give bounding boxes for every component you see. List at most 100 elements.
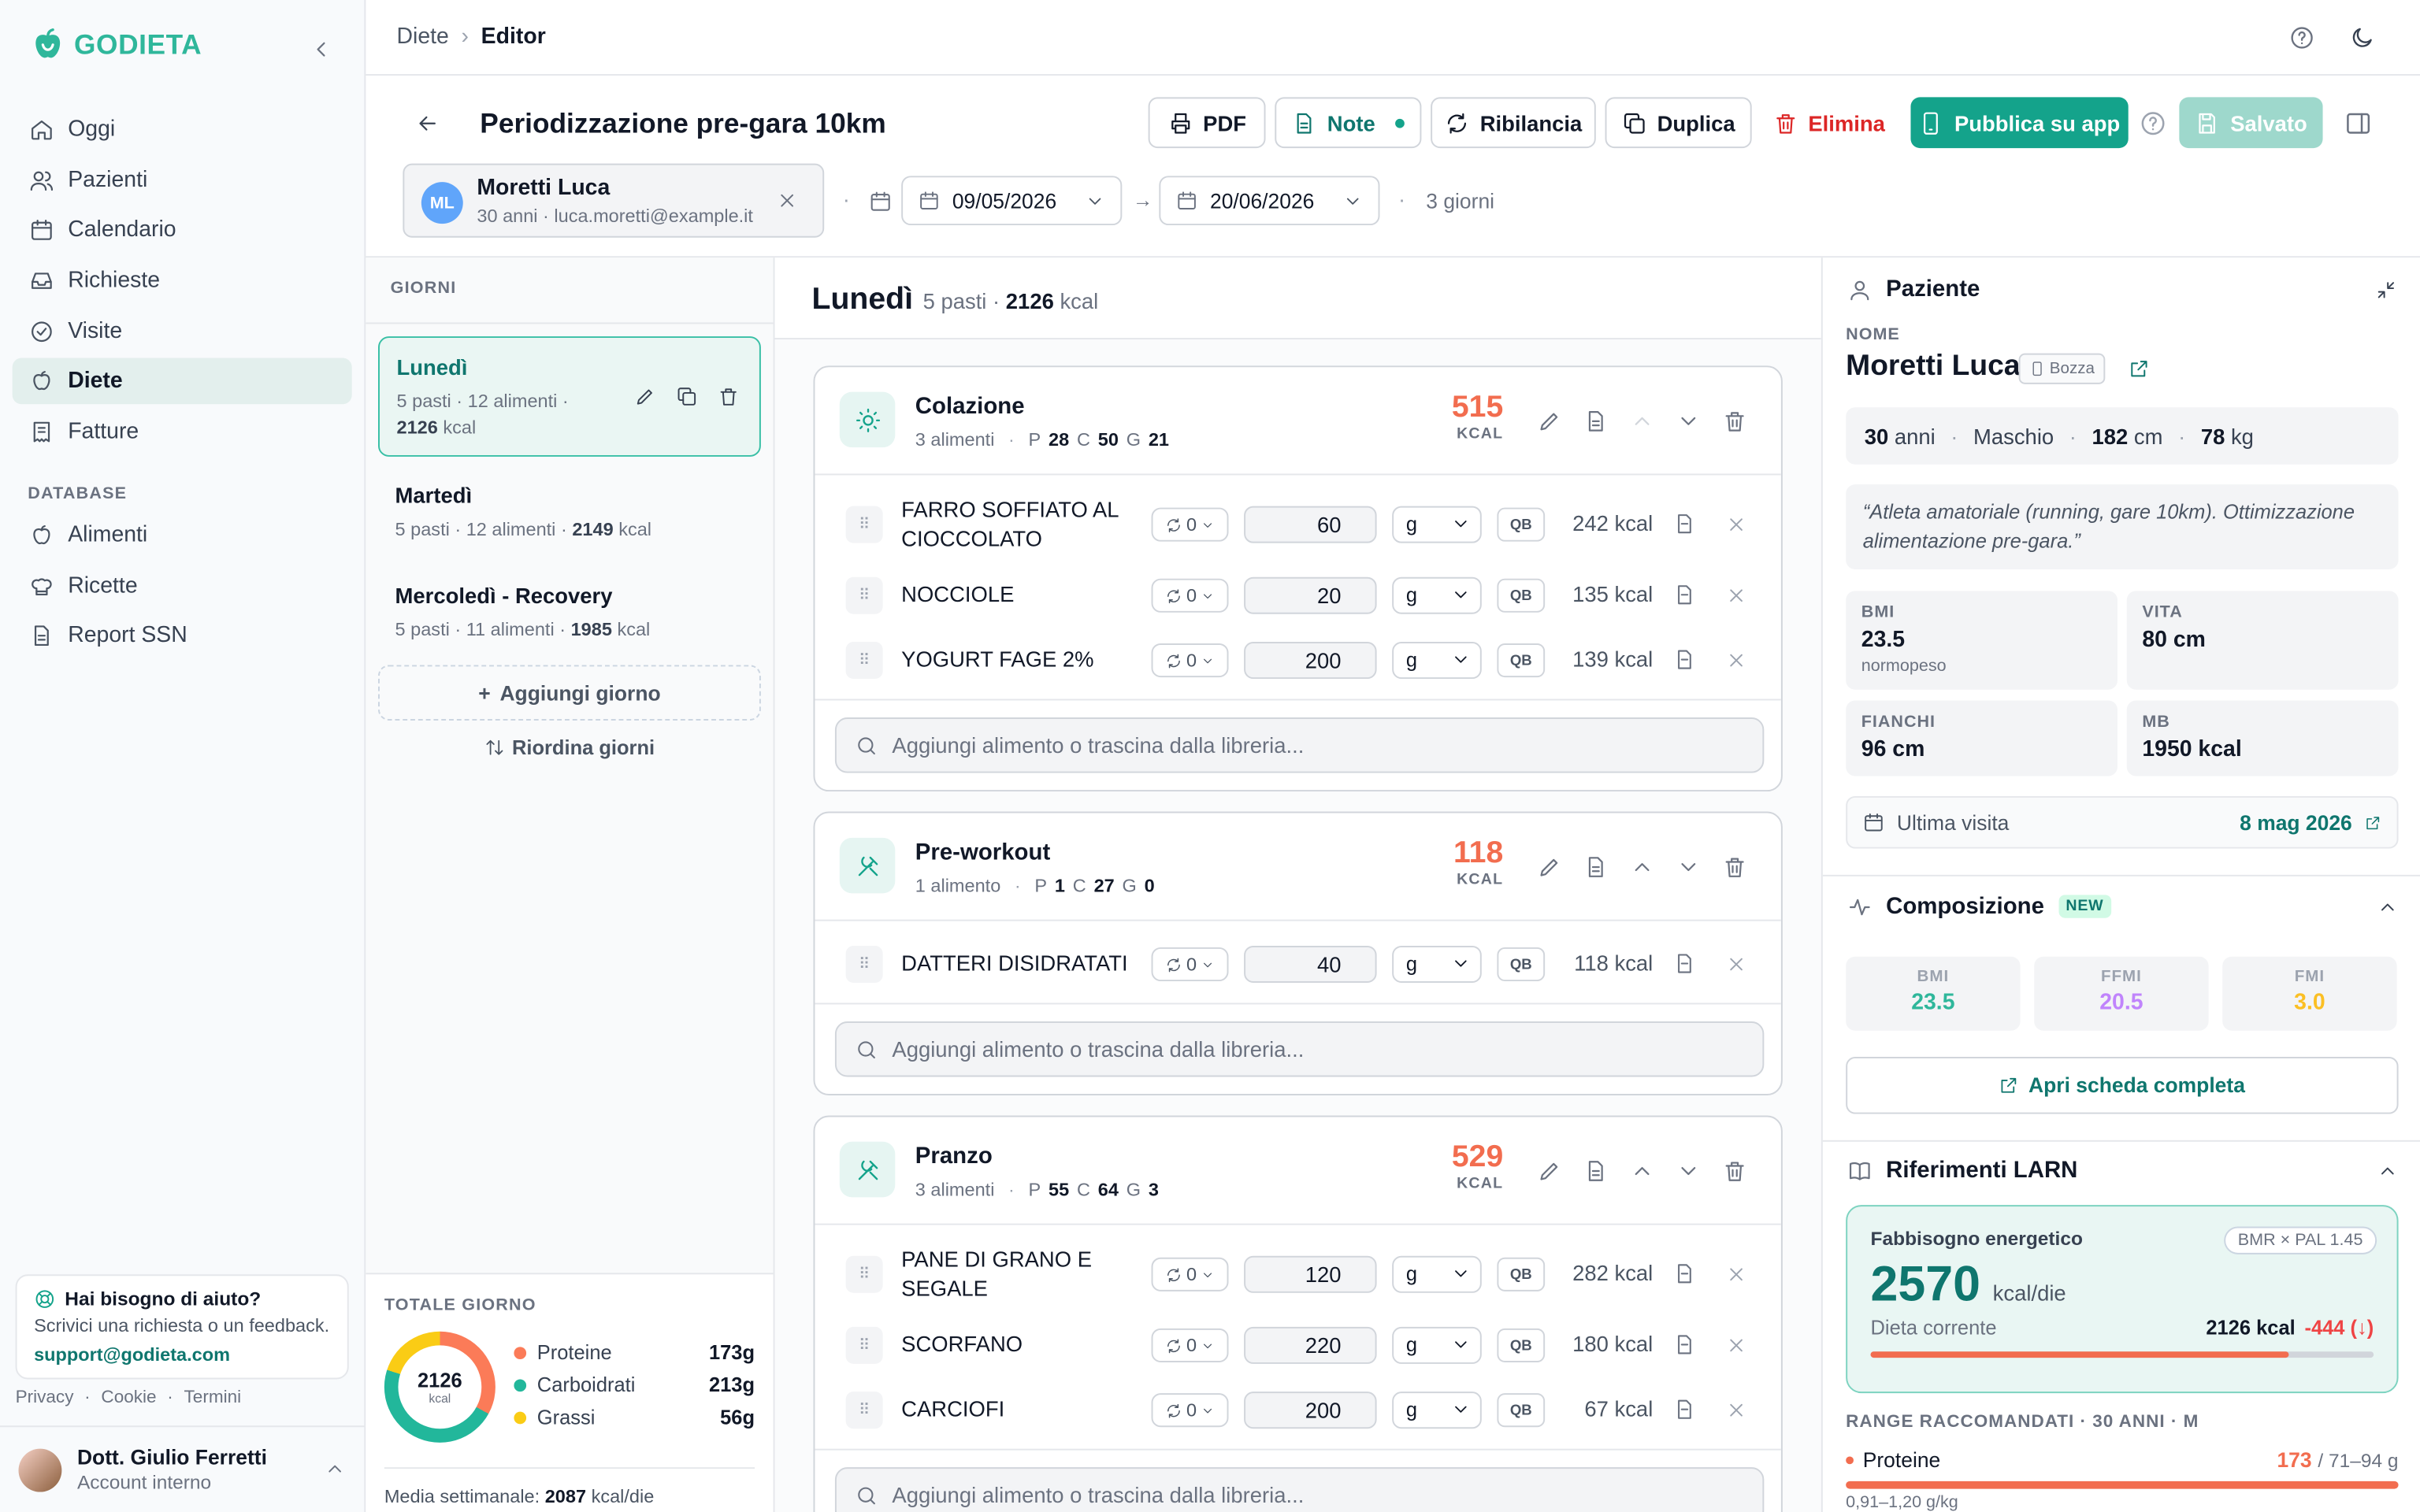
add-day-button[interactable]: + Aggiungi giorno (378, 665, 761, 721)
alternatives-select[interactable]: 0 (1151, 578, 1229, 613)
qb-toggle[interactable]: QB (1497, 1328, 1546, 1362)
pencil-icon[interactable] (634, 386, 655, 407)
day-card-mercoledi[interactable]: Mercoledì - Recovery 5 pasti · 11 alimen… (378, 566, 761, 656)
trash-icon[interactable] (1722, 854, 1746, 879)
add-food-input[interactable]: Aggiungi alimento o trascina dalla libre… (834, 1021, 1765, 1077)
unit-select[interactable]: g (1392, 1255, 1482, 1293)
alternatives-select[interactable]: 0 (1151, 507, 1229, 542)
nav-item-ricette[interactable]: Ricette (13, 562, 352, 609)
alternatives-select[interactable]: 0 (1151, 1257, 1229, 1292)
open-full-record-button[interactable]: Apri scheda completa (1846, 1057, 2399, 1114)
unit-select[interactable]: g (1392, 576, 1482, 614)
moon-icon[interactable] (2349, 24, 2375, 50)
note-icon[interactable] (1673, 952, 1696, 975)
note-icon[interactable] (1583, 409, 1608, 433)
help-circle-icon[interactable] (2288, 24, 2314, 50)
remove-icon[interactable] (1725, 954, 1746, 975)
drag-handle-icon[interactable]: ⠿ (845, 642, 883, 680)
end-date-picker[interactable]: 20/06/2026 (1159, 176, 1380, 226)
pdf-button[interactable]: PDF (1148, 97, 1266, 149)
note-icon[interactable] (1583, 1158, 1608, 1183)
chevron-up-icon[interactable] (2377, 896, 2398, 917)
composition-header[interactable]: Composizione NEW (1847, 893, 2112, 920)
elimina-button[interactable]: Elimina (1767, 97, 1891, 148)
note-icon[interactable] (1673, 1333, 1696, 1356)
nav-item-oggi[interactable]: Oggi (13, 106, 352, 153)
alternatives-select[interactable]: 0 (1151, 1328, 1229, 1362)
cookie-link[interactable]: Cookie (101, 1388, 156, 1407)
chevron-up-icon[interactable] (2377, 1160, 2398, 1181)
qb-toggle[interactable]: QB (1497, 947, 1546, 982)
pencil-icon[interactable] (1537, 854, 1561, 879)
nav-item-fatture[interactable]: Fatture (13, 409, 352, 455)
last-visit-row[interactable]: Ultima visita 8 mag 2026 (1846, 795, 2399, 849)
qb-toggle[interactable]: QB (1497, 1393, 1546, 1428)
duplica-button[interactable]: Duplica (1605, 97, 1752, 149)
note-icon[interactable] (1673, 1398, 1696, 1421)
trash-icon[interactable] (1722, 1158, 1746, 1183)
terms-link[interactable]: Termini (184, 1388, 242, 1407)
larn-header[interactable]: Riferimenti LARN (1847, 1157, 2077, 1184)
unit-select[interactable]: g (1392, 945, 1482, 984)
chevron-down-icon[interactable] (1676, 1158, 1701, 1183)
user-menu[interactable]: Dott. Giulio Ferretti Account interno (0, 1425, 365, 1512)
brand-logo[interactable]: GODIETA (28, 24, 202, 65)
chevron-up-icon[interactable] (1630, 1158, 1654, 1183)
collapse-sidebar-button[interactable] (309, 37, 333, 61)
external-link-icon[interactable] (2129, 358, 2150, 380)
chevron-down-icon[interactable] (1676, 409, 1701, 433)
collapse-icon[interactable] (2375, 280, 2396, 301)
quantity-input[interactable]: 200 (1244, 1392, 1377, 1429)
remove-icon[interactable] (1725, 650, 1746, 671)
add-food-input[interactable]: Aggiungi alimento o trascina dalla libre… (834, 717, 1765, 773)
note-icon[interactable] (1583, 854, 1608, 879)
unit-select[interactable]: g (1392, 1326, 1482, 1364)
trash-icon[interactable] (1722, 409, 1746, 433)
note-icon[interactable] (1673, 512, 1696, 535)
trash-icon[interactable] (718, 386, 739, 407)
salvato-button[interactable]: Salvato (2179, 97, 2323, 149)
quantity-input[interactable]: 40 (1244, 945, 1377, 984)
reorder-days-button[interactable]: Riordina giorni (378, 736, 761, 759)
note-icon[interactable] (1673, 1262, 1696, 1285)
note-button[interactable]: Note (1275, 97, 1422, 149)
panel-right-icon[interactable] (2344, 109, 2372, 137)
patient-chip[interactable]: ML Moretti Luca 30 anni · luca.moretti@e… (403, 163, 825, 238)
remove-icon[interactable] (1725, 1399, 1746, 1421)
chevron-down-icon[interactable] (1676, 854, 1701, 879)
note-icon[interactable] (1673, 584, 1696, 606)
back-arrow-icon[interactable] (415, 111, 440, 135)
qb-toggle[interactable]: QB (1497, 578, 1546, 613)
support-email-link[interactable]: support@godieta.com (34, 1343, 330, 1365)
nav-item-visite[interactable]: Visite (13, 308, 352, 354)
copy-icon[interactable] (676, 386, 697, 407)
drag-handle-icon[interactable]: ⠿ (845, 1392, 883, 1429)
remove-icon[interactable] (1725, 1264, 1746, 1285)
qb-toggle[interactable]: QB (1497, 1257, 1546, 1292)
quantity-input[interactable]: 120 (1244, 1255, 1377, 1293)
close-icon[interactable] (776, 190, 797, 211)
unit-select[interactable]: g (1392, 642, 1482, 680)
nav-item-pazienti[interactable]: Pazienti (13, 157, 352, 203)
nav-item-richieste[interactable]: Richieste (13, 258, 352, 304)
pencil-icon[interactable] (1537, 409, 1561, 433)
remove-icon[interactable] (1725, 513, 1746, 535)
quantity-input[interactable]: 60 (1244, 506, 1377, 543)
nav-item-diete[interactable]: Diete (12, 358, 352, 406)
drag-handle-icon[interactable]: ⠿ (845, 1255, 883, 1293)
note-icon[interactable] (1673, 648, 1696, 671)
nav-item-alimenti[interactable]: Alimenti (13, 512, 352, 558)
chevron-up-icon[interactable] (1630, 854, 1654, 879)
unit-select[interactable]: g (1392, 506, 1482, 543)
drag-handle-icon[interactable]: ⠿ (845, 945, 883, 984)
ribilancia-button[interactable]: Ribilancia (1431, 97, 1596, 149)
qb-toggle[interactable]: QB (1497, 507, 1546, 542)
privacy-link[interactable]: Privacy (16, 1388, 74, 1407)
chevron-up-icon[interactable] (1630, 409, 1654, 433)
nav-item-calendario[interactable]: Calendario (13, 207, 352, 254)
pencil-icon[interactable] (1537, 1158, 1561, 1183)
drag-handle-icon[interactable]: ⠿ (845, 506, 883, 543)
alternatives-select[interactable]: 0 (1151, 643, 1229, 678)
help-circle-icon[interactable] (2139, 109, 2166, 137)
remove-icon[interactable] (1725, 1335, 1746, 1356)
